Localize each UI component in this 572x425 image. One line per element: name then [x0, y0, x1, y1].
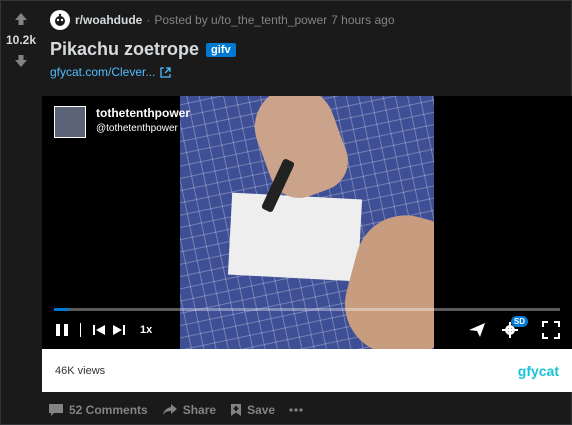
video-controls: 1x SD [54, 316, 560, 340]
gfycat-logo[interactable]: gfycat [518, 363, 559, 379]
upvote-icon[interactable] [9, 7, 33, 31]
link-row: gfycat.com/Clever... [50, 65, 172, 79]
settings-icon[interactable]: SD [502, 316, 528, 338]
share-button[interactable]: Share [162, 403, 216, 417]
uploader-name[interactable]: tothetenthpower [96, 106, 190, 120]
video-progress-bar[interactable] [54, 308, 560, 311]
playback-speed[interactable]: 1x [140, 324, 152, 336]
video-uploader[interactable]: tothetenthpower @tothetenthpower [54, 106, 190, 138]
post-flair: gifv [206, 42, 236, 57]
post-card: 10.2k r/woahdude · Posted by u/to_the_te… [0, 0, 572, 425]
subreddit-link[interactable]: r/woahdude [75, 13, 142, 27]
comments-label: 52 Comments [69, 403, 148, 417]
post-actions: 52 Comments Share Save [48, 398, 322, 422]
previous-icon[interactable] [92, 323, 106, 337]
view-count: 46K views [55, 364, 106, 377]
vote-column: 10.2k [1, 7, 41, 73]
share-icon [162, 404, 177, 415]
meta-separator: · [146, 13, 151, 27]
save-icon [231, 404, 242, 416]
video-progress-fill [54, 308, 70, 311]
paper-image [227, 192, 363, 282]
save-button[interactable]: Save [230, 403, 275, 417]
posted-by[interactable]: Posted by u/to_the_tenth_power [154, 13, 327, 27]
media-footer: 46K views gfycat [42, 349, 572, 392]
uploader-avatar[interactable] [54, 106, 86, 138]
more-icon[interactable] [289, 408, 308, 412]
post-title[interactable]: Pikachu zoetrope [50, 39, 199, 60]
post-time: 7 hours ago [331, 13, 395, 27]
fullscreen-icon[interactable] [542, 321, 560, 339]
comments-button[interactable]: 52 Comments [48, 403, 148, 417]
title-row: Pikachu zoetrope gifv [50, 39, 236, 60]
share-label: Share [182, 403, 217, 417]
external-link-icon[interactable] [160, 66, 172, 78]
uploader-handle: @tothetenthpower [96, 123, 178, 134]
play-icon[interactable] [54, 322, 70, 338]
downvote-icon[interactable] [9, 49, 33, 73]
share-arrow-icon[interactable] [468, 322, 486, 338]
post-meta: r/woahdude · Posted by u/to_the_tenth_po… [50, 9, 395, 31]
external-link[interactable]: gfycat.com/Clever... [50, 65, 155, 79]
next-icon[interactable] [112, 323, 126, 337]
save-label: Save [247, 403, 276, 417]
video-player[interactable]: tothetenthpower @tothetenthpower 1x SD [42, 96, 572, 349]
vote-score: 10.2k [5, 33, 37, 47]
control-divider [80, 323, 82, 337]
quality-badge: SD [510, 316, 528, 327]
video-frame[interactable] [180, 96, 434, 349]
comment-icon [49, 404, 63, 416]
subreddit-avatar[interactable] [50, 10, 70, 30]
